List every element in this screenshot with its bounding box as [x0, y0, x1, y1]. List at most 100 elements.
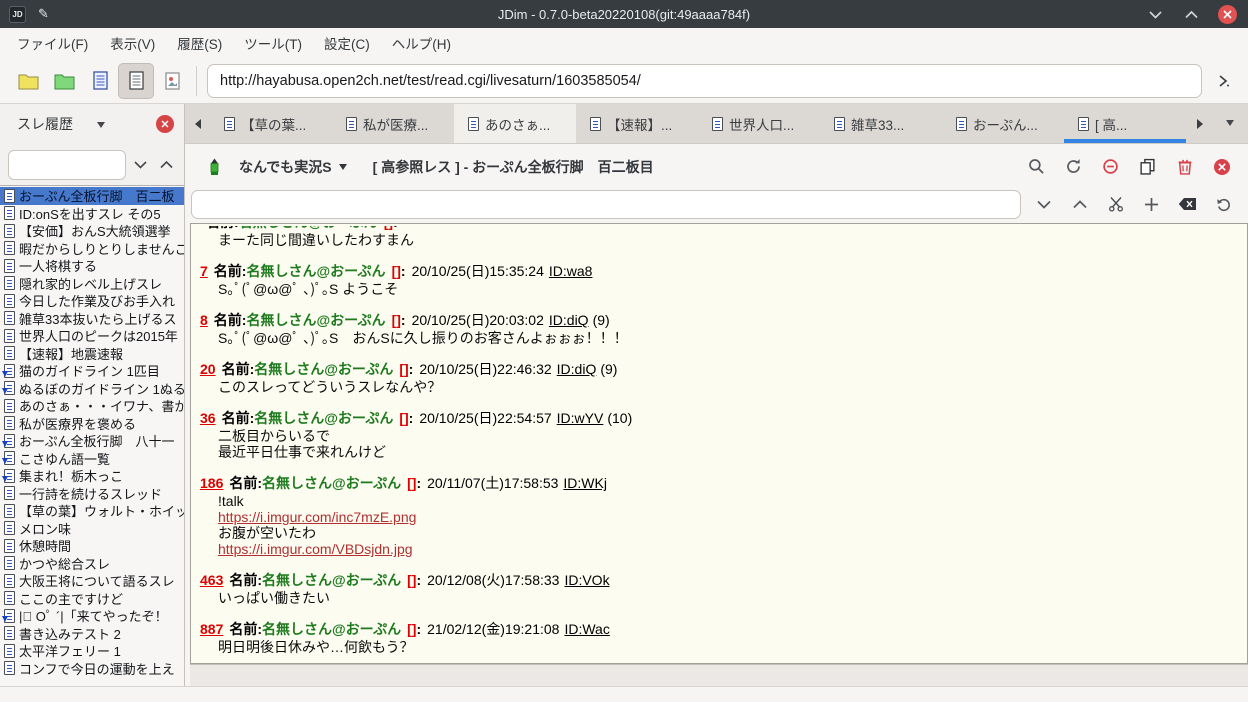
- menu-item[interactable]: 履歴(S): [166, 28, 233, 58]
- sidebar-dropdown-icon[interactable]: [97, 122, 105, 132]
- url-input[interactable]: [207, 64, 1202, 98]
- thread-history-item[interactable]: コンフで今日の運動を上え: [0, 660, 184, 678]
- post-id-link[interactable]: ID:VOk: [564, 572, 609, 588]
- thread-history-item[interactable]: こさゆん語一覧: [0, 450, 184, 468]
- post-number-link[interactable]: 7: [200, 263, 208, 279]
- thread-tab[interactable]: おーぷん...: [942, 104, 1064, 143]
- post-id-link[interactable]: ID:wYV: [557, 410, 604, 426]
- minimize-button[interactable]: [1144, 3, 1166, 25]
- thread-content[interactable]: 名前:名無しさん@おーぷん[]: まーた同じ間違いしたわすまん 7名前:名無しさ…: [190, 223, 1248, 664]
- post-name-link[interactable]: 名無しさん@おーぷん: [262, 475, 401, 491]
- tab-list-dropdown-button[interactable]: [1212, 104, 1248, 143]
- search-button[interactable]: [1022, 152, 1051, 181]
- find-prev-button[interactable]: [1065, 190, 1094, 219]
- post-name-link[interactable]: 名無しさん@おーぷん: [254, 410, 393, 426]
- post-number-link[interactable]: 8: [200, 312, 208, 328]
- open-url-button[interactable]: [1208, 66, 1238, 96]
- thread-tab[interactable]: 【速報】...: [576, 104, 698, 143]
- sidebar-search-input[interactable]: [8, 150, 126, 180]
- add-keyword-button[interactable]: [1137, 190, 1166, 219]
- post-id-link[interactable]: ID:Wac: [564, 621, 609, 637]
- thread-history-item[interactable]: ここの主ですけど: [0, 590, 184, 608]
- thread-history-item[interactable]: 集まれ！栃木っこ: [0, 467, 184, 485]
- thread-history-item[interactable]: 【安価】おんS大統領選挙: [0, 222, 184, 240]
- thread-history-item[interactable]: 隠れ家的レベル上げスレ: [0, 275, 184, 293]
- sidebar-search-down-button[interactable]: [128, 151, 152, 178]
- thread-history-item[interactable]: 一人将棋する: [0, 257, 184, 275]
- tab-scroll-left-button[interactable]: [185, 104, 210, 143]
- thread-history-item[interactable]: 暇だからしりとりしませんこ: [0, 240, 184, 258]
- find-next-button[interactable]: [1029, 190, 1058, 219]
- post-link[interactable]: https://i.imgur.com/inc7mzE.png: [218, 509, 1241, 525]
- post-name-link[interactable]: 名無しさん@おーぷん: [254, 361, 393, 377]
- reload-button[interactable]: [1059, 152, 1088, 181]
- close-tab-button[interactable]: [1207, 152, 1236, 181]
- thread-history-item[interactable]: 雑草33本抜いたら上げるス: [0, 310, 184, 328]
- post-number-link[interactable]: 186: [200, 475, 223, 491]
- delete-log-button[interactable]: [1170, 152, 1199, 181]
- thread-history-item[interactable]: ID:onSを出すスレ その5: [0, 205, 184, 223]
- post-number-link[interactable]: 463: [200, 572, 223, 588]
- thread-history-item[interactable]: メロン味: [0, 520, 184, 538]
- thread-history-item[interactable]: 世界人口のピークは2015年: [0, 327, 184, 345]
- thread-view-button[interactable]: [118, 63, 154, 99]
- undo-search-button[interactable]: [1209, 190, 1238, 219]
- thread-history-item[interactable]: 書き込みテスト 2: [0, 625, 184, 643]
- thread-history-item[interactable]: かつや総合スレ: [0, 555, 184, 573]
- thread-history-item[interactable]: おーぷん全板行脚 八十一: [0, 432, 184, 450]
- post-link[interactable]: https://i.imgur.com/VBDsjdn.jpg: [218, 541, 1241, 557]
- post-name-link[interactable]: 名無しさん@おーぷん: [262, 572, 401, 588]
- menu-item[interactable]: 設定(C): [313, 28, 381, 58]
- post-id-link[interactable]: ID:diQ: [549, 312, 589, 328]
- thread-tab[interactable]: 【草の葉...: [210, 104, 332, 143]
- post-name-link[interactable]: 名無しさん@おーぷん: [246, 312, 385, 328]
- thread-history-item[interactable]: ぬるぼのガイドライン 1ぬる: [0, 380, 184, 398]
- board-selector[interactable]: なんでも実況S: [239, 157, 347, 177]
- thread-history-item[interactable]: 私が医療界を褒める: [0, 415, 184, 433]
- post-name-link[interactable]: 名無しさん@おーぷん: [246, 263, 385, 279]
- thread-history-item[interactable]: 太平洋フェリー 1: [0, 642, 184, 660]
- tab-scroll-right-button[interactable]: [1187, 104, 1212, 143]
- thread-tab[interactable]: 雑草33...: [820, 104, 942, 143]
- sidebar-close-button[interactable]: [156, 115, 174, 133]
- sidebar-search-up-button[interactable]: [154, 151, 178, 178]
- write-post-button[interactable]: [199, 152, 229, 182]
- board-view-button[interactable]: [82, 63, 118, 99]
- thread-history-item[interactable]: あのさぁ・・・イワナ、書かな: [0, 397, 184, 415]
- copy-button[interactable]: [1133, 152, 1162, 181]
- menu-item[interactable]: ファイル(F): [6, 28, 99, 58]
- thread-history-item[interactable]: 今日した作業及びお手入れ: [0, 292, 184, 310]
- thread-history-item[interactable]: 休憩時間: [0, 537, 184, 555]
- thread-history-item[interactable]: |ﾟ Oﾟ ´|「来てやったぞ！: [0, 607, 184, 625]
- thread-tab[interactable]: あのさぁ...: [454, 104, 576, 143]
- thread-history-item[interactable]: 【草の葉】ウォルト・ホイット: [0, 502, 184, 520]
- post-id-link[interactable]: ID:wa8: [549, 263, 593, 279]
- maximize-button[interactable]: [1180, 3, 1202, 25]
- bbs-list-button[interactable]: [10, 63, 46, 99]
- favorites-button[interactable]: [46, 63, 82, 99]
- find-input[interactable]: [191, 190, 1021, 219]
- thread-tab[interactable]: [ 高...: [1064, 104, 1186, 143]
- thread-history-item[interactable]: おーぷん全板行脚 百二板: [0, 187, 184, 205]
- menu-item[interactable]: ツール(T): [233, 28, 313, 58]
- post-id-link[interactable]: ID:WKj: [563, 475, 607, 491]
- stop-button[interactable]: [1096, 152, 1125, 181]
- post-name-link[interactable]: 名無しさん@おーぷん: [239, 226, 378, 230]
- menu-item[interactable]: 表示(V): [99, 28, 166, 58]
- menu-item[interactable]: ヘルプ(H): [381, 28, 462, 58]
- clear-keyword-button[interactable]: [1173, 190, 1202, 219]
- close-window-button[interactable]: [1216, 3, 1238, 25]
- post-id-link[interactable]: ID:diQ: [557, 361, 597, 377]
- thread-history-item[interactable]: 【速報】地震速報: [0, 345, 184, 363]
- thread-tab[interactable]: 私が医療...: [332, 104, 454, 143]
- thread-tab[interactable]: 世界人口...: [698, 104, 820, 143]
- image-view-button[interactable]: [154, 63, 190, 99]
- thread-history-item[interactable]: 猫のガイドライン 1匹目: [0, 362, 184, 380]
- thread-history-item[interactable]: 一行詩を続けるスレッド: [0, 485, 184, 503]
- post-number-link[interactable]: 887: [200, 621, 223, 637]
- post-number-link[interactable]: 20: [200, 361, 216, 377]
- post-number-link[interactable]: 36: [200, 410, 216, 426]
- thread-history-item[interactable]: 大阪王将について語るスレ: [0, 572, 184, 590]
- post-name-link[interactable]: 名無しさん@おーぷん: [262, 621, 401, 637]
- extract-button[interactable]: [1101, 190, 1130, 219]
